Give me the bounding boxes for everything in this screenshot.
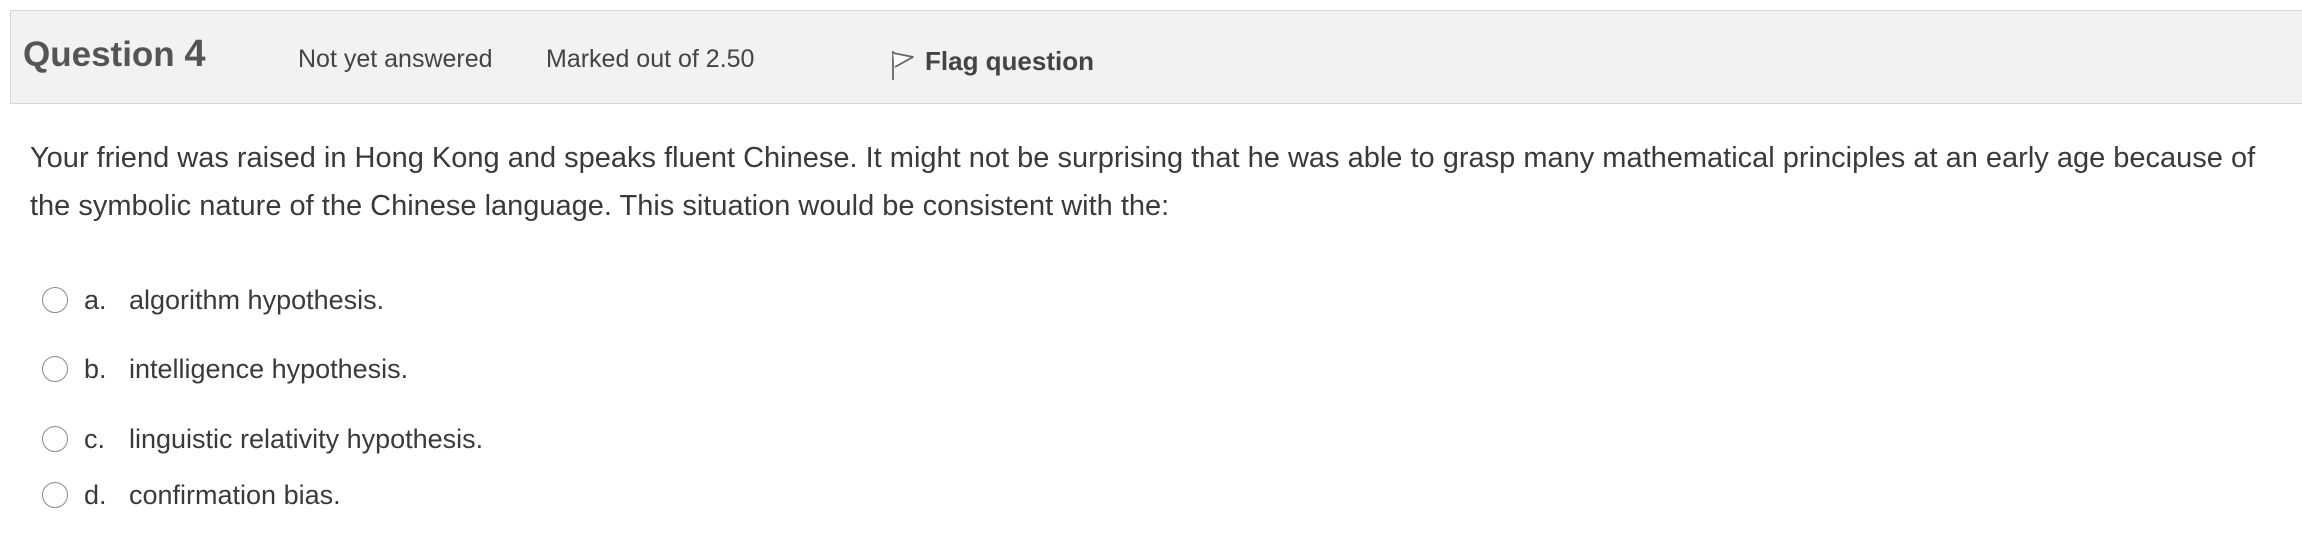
answer-option-c[interactable]: c. linguistic relativity hypothesis. [42, 419, 483, 459]
answer-letter: b. [84, 353, 107, 384]
radio-button-b[interactable] [42, 356, 68, 382]
radio-button-a[interactable] [42, 287, 68, 313]
question-number: 4 [184, 33, 206, 75]
radio-button-d[interactable] [42, 482, 68, 508]
question-title: Question 4 [23, 33, 206, 76]
answer-option-a[interactable]: a. algorithm hypothesis. [42, 280, 384, 320]
question-state: Not yet answered [298, 45, 493, 73]
answer-text[interactable]: linguistic relativity hypothesis. [129, 424, 483, 455]
radio-button-c[interactable] [42, 426, 68, 452]
flag-icon [892, 51, 914, 80]
question-text: Your friend was raised in Hong Kong and … [30, 142, 2256, 222]
answer-option-d[interactable]: d. confirmation bias. [42, 475, 341, 515]
question-title-prefix: Question [23, 35, 175, 74]
flag-question-label: Flag question [925, 45, 1094, 76]
answer-text[interactable]: confirmation bias. [129, 480, 341, 511]
flag-question-button[interactable]: Flag question [889, 41, 1094, 81]
question-grade: Marked out of 2.50 [546, 45, 755, 73]
answer-letter: c. [84, 423, 106, 454]
answer-text[interactable]: algorithm hypothesis. [129, 285, 384, 316]
answer-option-b[interactable]: b. intelligence hypothesis. [42, 349, 408, 389]
answer-text[interactable]: intelligence hypothesis. [129, 354, 408, 385]
question-info-header: Question 4 Not yet answered Marked out o… [10, 10, 2302, 104]
answer-letter: a. [84, 284, 107, 315]
answer-letter: d. [84, 479, 107, 510]
